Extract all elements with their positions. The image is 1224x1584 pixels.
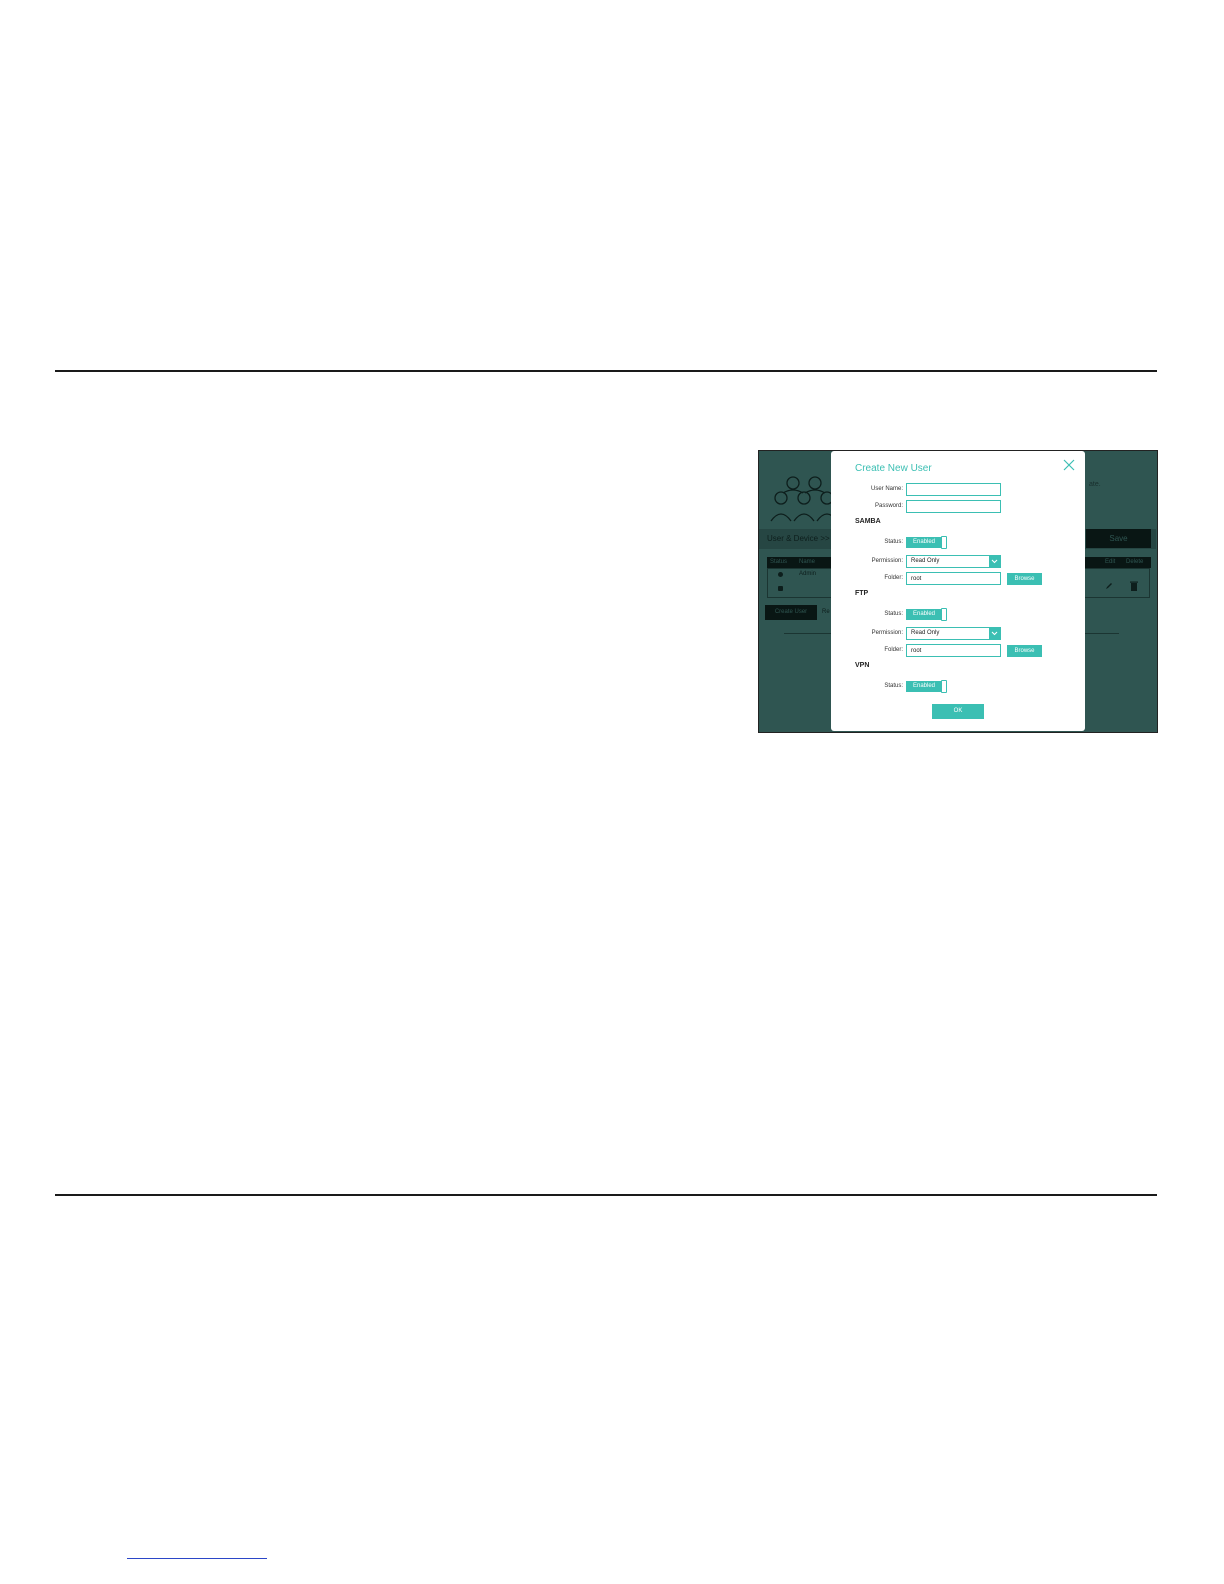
- samba-heading: SAMBA: [855, 518, 881, 525]
- top-divider: [55, 370, 1157, 372]
- samba-folder-label: Folder:: [884, 575, 903, 581]
- vpn-status-label: Status:: [884, 683, 903, 689]
- vpn-status-toggle[interactable]: Enabled: [906, 680, 950, 694]
- breadcrumb[interactable]: User & Device >>: [767, 534, 830, 543]
- samba-browse-button[interactable]: Browse: [1007, 573, 1042, 585]
- pencil-icon[interactable]: [1105, 582, 1113, 590]
- footer-link-underline[interactable]: [127, 1558, 267, 1559]
- ftp-folder-label: Folder:: [884, 647, 903, 653]
- samba-status-toggle[interactable]: Enabled: [906, 536, 950, 550]
- toggle-knob: [941, 608, 947, 621]
- column-header-edit: Edit: [1105, 559, 1116, 565]
- user-type-icon: [778, 586, 783, 591]
- bottom-divider: [55, 1194, 1157, 1196]
- vpn-status-value: Enabled: [906, 681, 942, 692]
- users-group-icon: [770, 476, 838, 522]
- ftp-status-toggle[interactable]: Enabled: [906, 608, 950, 622]
- ftp-folder-input[interactable]: [906, 644, 1001, 657]
- samba-folder-input[interactable]: [906, 572, 1001, 585]
- screenshot-figure: ate. User & Device >> Save Status Name E…: [758, 450, 1158, 733]
- samba-permission-label: Permission:: [871, 558, 903, 564]
- status-dot-icon: [778, 572, 783, 577]
- password-input[interactable]: [906, 500, 1001, 513]
- toggle-knob: [941, 536, 947, 549]
- close-icon[interactable]: [1063, 459, 1075, 471]
- table-cell-name: Admin: [799, 571, 817, 577]
- dialog-title: Create New User: [855, 463, 932, 474]
- text-fragment: Re: [822, 609, 830, 615]
- create-user-button[interactable]: Create User: [765, 605, 817, 620]
- user-name-input[interactable]: [906, 483, 1001, 496]
- chevron-down-icon: [989, 628, 1000, 639]
- samba-permission-select[interactable]: Read Only: [906, 555, 1001, 568]
- header-text-fragment: ate.: [1089, 481, 1101, 488]
- toggle-knob: [941, 680, 947, 693]
- ftp-permission-value: Read Only: [911, 630, 940, 636]
- ftp-heading: FTP: [855, 590, 869, 597]
- create-user-dialog: Create New User User Name: Password: SAM…: [831, 451, 1085, 731]
- password-label: Password:: [874, 503, 903, 509]
- ftp-status-value: Enabled: [906, 609, 942, 620]
- samba-status-label: Status:: [884, 539, 903, 545]
- column-header-delete: Delete: [1126, 559, 1144, 565]
- chevron-down-icon: [989, 556, 1000, 567]
- column-header-status: Status: [770, 559, 788, 565]
- user-name-label: User Name:: [870, 486, 903, 492]
- samba-status-value: Enabled: [906, 537, 942, 548]
- save-button[interactable]: Save: [1086, 529, 1151, 548]
- ftp-status-label: Status:: [884, 611, 903, 617]
- trash-icon[interactable]: [1130, 581, 1138, 591]
- ftp-browse-button[interactable]: Browse: [1007, 645, 1042, 657]
- ok-button[interactable]: OK: [932, 704, 984, 719]
- samba-permission-value: Read Only: [911, 558, 940, 564]
- ftp-permission-label: Permission:: [871, 630, 903, 636]
- ftp-permission-select[interactable]: Read Only: [906, 627, 1001, 640]
- vpn-heading: VPN: [855, 662, 870, 669]
- column-header-name: Name: [799, 559, 816, 565]
